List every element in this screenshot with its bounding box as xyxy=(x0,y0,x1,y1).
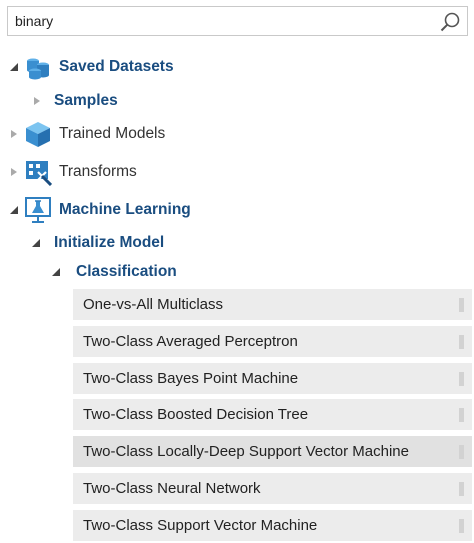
drag-handle-icon[interactable] xyxy=(459,445,464,459)
search-icon[interactable] xyxy=(439,11,461,33)
tree-label-saved-datasets: Saved Datasets xyxy=(59,58,174,75)
expanded-triangle-icon[interactable] xyxy=(51,267,61,277)
drag-handle-icon[interactable] xyxy=(459,482,464,496)
tree-node-samples[interactable]: Samples xyxy=(0,84,474,118)
module-item[interactable]: Two-Class Bayes Point Machine xyxy=(73,363,472,395)
drag-handle-icon[interactable] xyxy=(459,298,464,312)
machine-learning-icon xyxy=(25,197,51,223)
expanded-triangle-icon[interactable] xyxy=(31,238,41,248)
tree-label-trained-models: Trained Models xyxy=(59,125,166,142)
transforms-icon xyxy=(26,161,52,186)
module-item[interactable]: One-vs-All Multiclass xyxy=(73,289,472,321)
module-item[interactable]: Two-Class Neural Network xyxy=(73,473,472,505)
collapsed-triangle-icon[interactable] xyxy=(9,129,19,139)
module-label: Two-Class Boosted Decision Tree xyxy=(83,406,309,423)
module-label: Two-Class Support Vector Machine xyxy=(83,517,318,534)
module-item[interactable]: Two-Class Locally-Deep Support Vector Ma… xyxy=(73,436,472,468)
tree-node-saved-datasets[interactable]: Saved Datasets xyxy=(0,50,474,84)
expanded-triangle-icon[interactable] xyxy=(9,62,19,72)
module-label: Two-Class Averaged Perceptron xyxy=(83,333,298,350)
tree-label-machine-learning: Machine Learning xyxy=(59,201,191,218)
tree-node-machine-learning[interactable]: Machine Learning xyxy=(0,193,474,227)
tree-label-samples: Samples xyxy=(54,92,118,109)
tree-label-classification: Classification xyxy=(76,263,177,280)
module-label: One-vs-All Multiclass xyxy=(83,296,224,313)
search-input[interactable] xyxy=(8,7,428,35)
collapsed-triangle-icon[interactable] xyxy=(32,96,42,106)
module-label: Two-Class Neural Network xyxy=(83,480,261,497)
module-item[interactable]: Two-Class Support Vector Machine xyxy=(73,510,472,542)
drag-handle-icon[interactable] xyxy=(459,335,464,349)
module-item[interactable]: Two-Class Averaged Perceptron xyxy=(73,326,472,358)
tree-node-classification[interactable]: Classification xyxy=(0,255,474,289)
datasets-icon xyxy=(27,58,49,80)
drag-handle-icon[interactable] xyxy=(459,519,464,533)
cube-icon xyxy=(26,122,50,147)
module-item[interactable]: Two-Class Boosted Decision Tree xyxy=(73,399,472,431)
module-label: Two-Class Bayes Point Machine xyxy=(83,370,299,387)
drag-handle-icon[interactable] xyxy=(459,408,464,422)
expanded-triangle-icon[interactable] xyxy=(9,205,19,215)
tree-node-transforms[interactable]: Transforms xyxy=(0,155,474,189)
tree-node-trained-models[interactable]: Trained Models xyxy=(0,117,474,151)
collapsed-triangle-icon[interactable] xyxy=(9,167,19,177)
tree-label-initialize-model: Initialize Model xyxy=(54,234,165,251)
drag-handle-icon[interactable] xyxy=(459,372,464,386)
search-box[interactable] xyxy=(7,6,468,36)
tree-label-transforms: Transforms xyxy=(59,163,137,180)
module-label: Two-Class Locally-Deep Support Vector Ma… xyxy=(83,443,409,460)
